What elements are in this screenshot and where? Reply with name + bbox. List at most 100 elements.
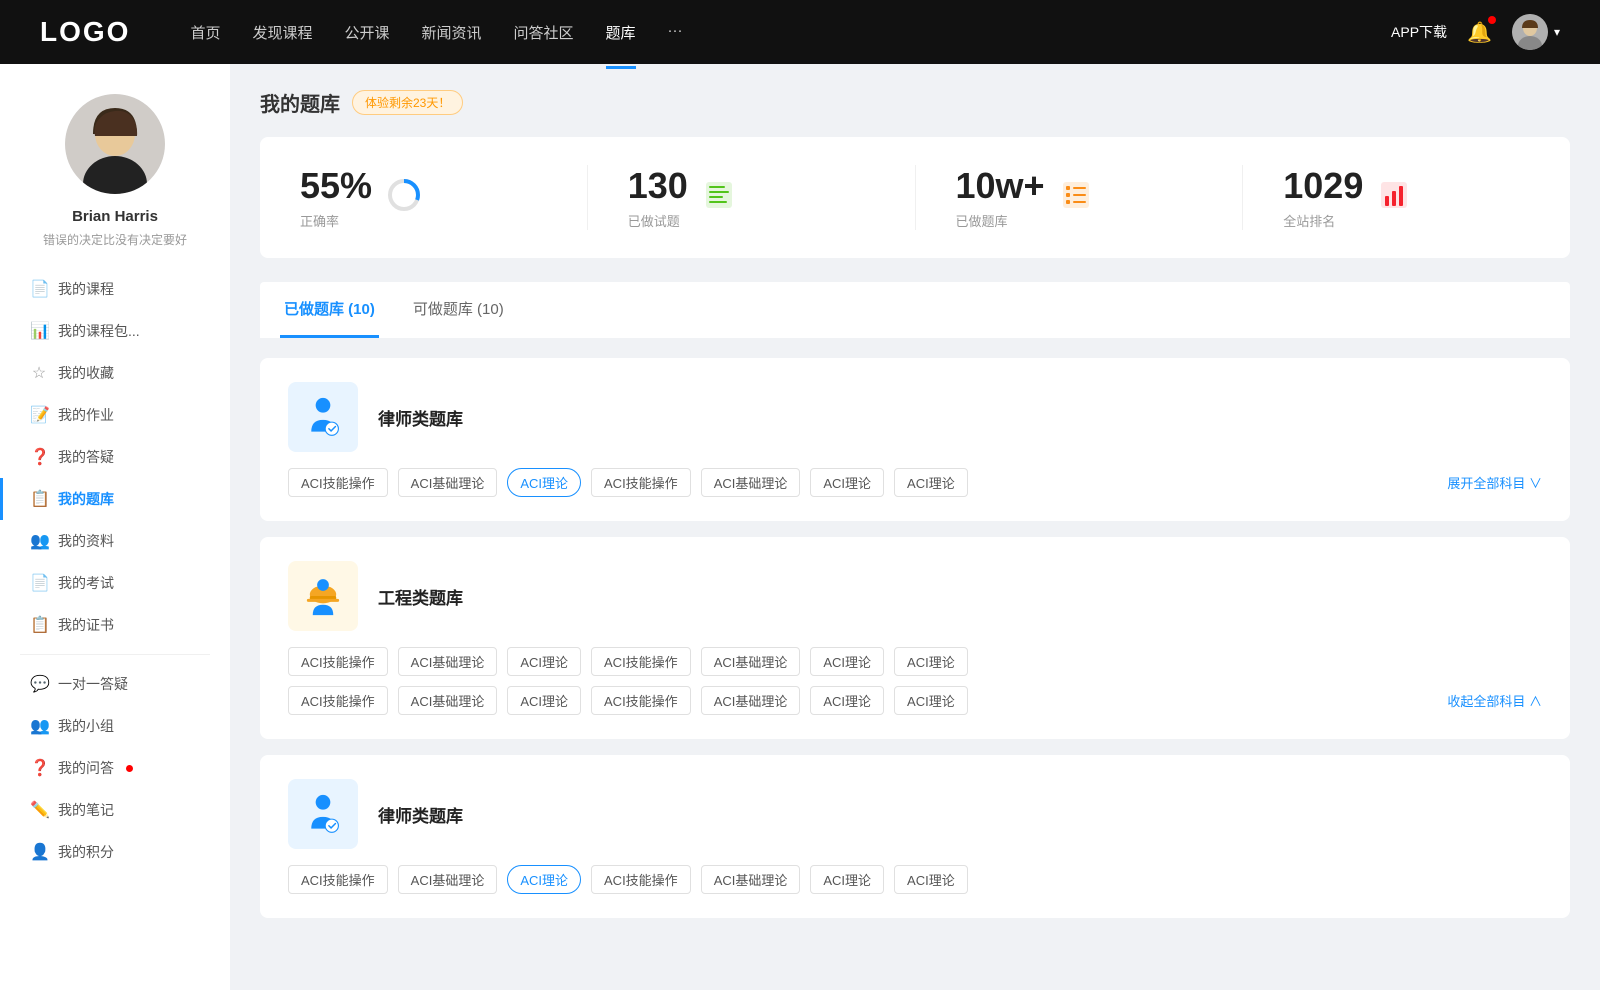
- sidebar-item-group[interactable]: 👥 我的小组: [0, 705, 230, 747]
- sidebar-item-favorites[interactable]: ☆ 我的收藏: [0, 352, 230, 394]
- main-header: LOGO 首页 发现课程 公开课 新闻资讯 问答社区 题库 ··· APP下载 …: [0, 0, 1600, 64]
- app-download-button[interactable]: APP下载: [1391, 22, 1447, 42]
- sidebar-item-course-packages[interactable]: 📊 我的课程包...: [0, 310, 230, 352]
- nav-qa[interactable]: 问答社区: [514, 18, 574, 47]
- sidebar-divider: [20, 654, 210, 655]
- tag-aci-theory-3[interactable]: ACI理论: [894, 468, 968, 497]
- stat-done-banks: 10w+ 已做题库: [956, 165, 1244, 230]
- profile-icon: 👥: [30, 531, 48, 551]
- book-icon: [702, 178, 736, 217]
- nav-news[interactable]: 新闻资讯: [422, 18, 482, 47]
- sidebar-item-certificate[interactable]: 📋 我的证书: [0, 604, 230, 646]
- sidebar-item-my-qa-label: 我的答疑: [58, 447, 114, 467]
- tag-eng-skill-2[interactable]: ACI技能操作: [591, 647, 691, 676]
- questions-icon: ❓: [30, 758, 48, 778]
- tag-law2-theory-1[interactable]: ACI理论: [507, 865, 581, 894]
- bank-card-lawyer-1-header: 律师类题库: [288, 382, 1542, 452]
- collapse-button[interactable]: 收起全部科目 ∧: [1447, 691, 1542, 710]
- tab-available-banks[interactable]: 可做题库 (10): [409, 282, 508, 338]
- main-container: Brian Harris 错误的决定比没有决定要好 📄 我的课程 📊 我的课程包…: [0, 64, 1600, 990]
- bank-card-engineer-title: 工程类题库: [378, 584, 463, 609]
- expand-button-1[interactable]: 展开全部科目 ∨: [1447, 473, 1542, 492]
- sidebar-item-points[interactable]: 👤 我的积分: [0, 831, 230, 873]
- tag-law2-base-1[interactable]: ACI基础理论: [398, 865, 498, 894]
- tag-aci-skill-1[interactable]: ACI技能操作: [288, 468, 388, 497]
- points-icon: 👤: [30, 842, 48, 862]
- tag-eng-skill-4[interactable]: ACI技能操作: [591, 686, 691, 715]
- bank-card-lawyer-1-title: 律师类题库: [378, 405, 463, 430]
- tag-aci-theory-1[interactable]: ACI理论: [507, 468, 581, 497]
- sidebar-item-my-qa[interactable]: ❓ 我的答疑: [0, 436, 230, 478]
- nav-more[interactable]: ···: [668, 18, 683, 47]
- profile-motto: 错误的决定比没有决定要好: [33, 231, 197, 248]
- tag-eng-base-1[interactable]: ACI基础理论: [398, 647, 498, 676]
- page-header: 我的题库 体验剩余23天！: [260, 88, 1570, 117]
- chevron-down-icon: ▾: [1554, 25, 1560, 39]
- sidebar-item-homework[interactable]: 📝 我的作业: [0, 394, 230, 436]
- tag-aci-theory-2[interactable]: ACI理论: [810, 468, 884, 497]
- nav-discover[interactable]: 发现课程: [252, 18, 312, 47]
- bank-card-lawyer-2-title: 律师类题库: [378, 802, 463, 827]
- stats-row: 55% 正确率 130 已做试题: [260, 137, 1570, 258]
- tag-aci-theory-base-1[interactable]: ACI基础理论: [398, 468, 498, 497]
- stat-done-questions-label: 已做试题: [628, 211, 688, 230]
- tag-eng-theory-6[interactable]: ACI理论: [894, 686, 968, 715]
- stat-done-questions-value-wrapper: 130 已做试题: [628, 165, 688, 230]
- tag-law2-theory-2[interactable]: ACI理论: [810, 865, 884, 894]
- tag-eng-base-4[interactable]: ACI基础理论: [701, 686, 801, 715]
- tag-eng-theory-2[interactable]: ACI理论: [810, 647, 884, 676]
- notes-icon: ✏️: [30, 800, 48, 820]
- sidebar-item-course-packages-label: 我的课程包...: [58, 321, 140, 341]
- one-on-one-icon: 💬: [30, 674, 48, 694]
- sidebar-item-homework-label: 我的作业: [58, 405, 114, 425]
- tab-done-banks[interactable]: 已做题库 (10): [280, 282, 379, 338]
- sidebar-item-question-bank[interactable]: 📋 我的题库: [0, 478, 230, 520]
- tag-eng-skill-3[interactable]: ACI技能操作: [288, 686, 388, 715]
- sidebar-item-group-label: 我的小组: [58, 716, 114, 736]
- tag-eng-base-2[interactable]: ACI基础理论: [701, 647, 801, 676]
- tag-eng-skill-1[interactable]: ACI技能操作: [288, 647, 388, 676]
- tag-eng-base-3[interactable]: ACI基础理论: [398, 686, 498, 715]
- engineer-icon-wrapper: [288, 561, 358, 631]
- tag-law2-theory-3[interactable]: ACI理论: [894, 865, 968, 894]
- sidebar-item-profile-label: 我的资料: [58, 531, 114, 551]
- tabs-row: 已做题库 (10) 可做题库 (10): [260, 282, 1570, 338]
- page-title: 我的题库: [260, 88, 340, 117]
- sidebar-item-profile[interactable]: 👥 我的资料: [0, 520, 230, 562]
- tag-eng-theory-5[interactable]: ACI理论: [810, 686, 884, 715]
- tag-aci-theory-base-2[interactable]: ACI基础理论: [701, 468, 801, 497]
- bank-card-engineer-tags-row2: ACI技能操作 ACI基础理论 ACI理论 ACI技能操作 ACI基础理论 AC…: [288, 686, 1542, 715]
- tag-eng-theory-4[interactable]: ACI理论: [507, 686, 581, 715]
- notification-bell-icon[interactable]: 🔔: [1467, 20, 1492, 45]
- list-icon: [1059, 178, 1093, 217]
- sidebar-item-questions[interactable]: ❓ 我的问答: [0, 747, 230, 789]
- stat-done-banks-value: 10w+: [956, 165, 1045, 207]
- sidebar-item-courses[interactable]: 📄 我的课程: [0, 268, 230, 310]
- user-avatar-button[interactable]: ▾: [1512, 14, 1560, 50]
- nav-questions[interactable]: 题库: [606, 18, 636, 47]
- tag-law2-skill-1[interactable]: ACI技能操作: [288, 865, 388, 894]
- sidebar-item-notes[interactable]: ✏️ 我的笔记: [0, 789, 230, 831]
- tag-eng-theory-3[interactable]: ACI理论: [894, 647, 968, 676]
- bank-card-engineer-tags-row1: ACI技能操作 ACI基础理论 ACI理论 ACI技能操作 ACI基础理论 AC…: [288, 647, 1542, 676]
- course-packages-icon: 📊: [30, 321, 48, 341]
- stat-done-banks-value-wrapper: 10w+ 已做题库: [956, 165, 1045, 230]
- certificate-icon: 📋: [30, 615, 48, 635]
- sidebar: Brian Harris 错误的决定比没有决定要好 📄 我的课程 📊 我的课程包…: [0, 64, 230, 990]
- tag-eng-theory-1[interactable]: ACI理论: [507, 647, 581, 676]
- nav-opencourse[interactable]: 公开课: [344, 18, 389, 47]
- bank-card-lawyer-1-tags: ACI技能操作 ACI基础理论 ACI理论 ACI技能操作 ACI基础理论 AC…: [288, 468, 1542, 497]
- sidebar-item-question-bank-label: 我的题库: [58, 489, 114, 509]
- homework-icon: 📝: [30, 405, 48, 425]
- stat-done-banks-label: 已做题库: [956, 211, 1045, 230]
- courses-icon: 📄: [30, 279, 48, 299]
- tag-law2-skill-2[interactable]: ACI技能操作: [591, 865, 691, 894]
- exam-icon: 📄: [30, 573, 48, 593]
- stat-ranking-label: 全站排名: [1283, 211, 1363, 230]
- sidebar-item-one-on-one[interactable]: 💬 一对一答疑: [0, 663, 230, 705]
- sidebar-item-exam[interactable]: 📄 我的考试: [0, 562, 230, 604]
- tag-law2-base-2[interactable]: ACI基础理论: [701, 865, 801, 894]
- bank-card-lawyer-2: 律师类题库 ACI技能操作 ACI基础理论 ACI理论 ACI技能操作 ACI基…: [260, 755, 1570, 918]
- nav-home[interactable]: 首页: [190, 18, 220, 47]
- tag-aci-skill-2[interactable]: ACI技能操作: [591, 468, 691, 497]
